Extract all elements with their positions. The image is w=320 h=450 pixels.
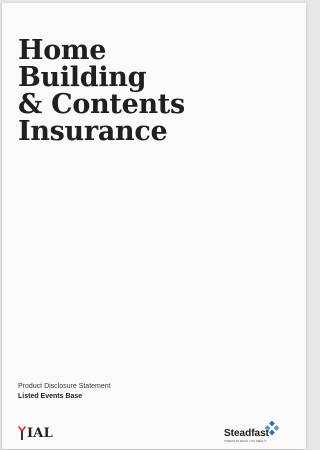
ial-logo-text: IAL — [27, 426, 53, 441]
steadfast-tagline: STRENGTH WHEN YOU NEED IT — [224, 440, 267, 443]
steadfast-logo: Steadfast STRENGTH WHEN YOU NEED IT — [224, 421, 296, 443]
steadfast-logo-text: Steadfast — [224, 428, 270, 439]
document-subtitle: Listed Events Base — [18, 393, 83, 400]
ial-logo: IAL — [18, 424, 53, 440]
title-line: Insurance — [18, 116, 168, 147]
document-type: Product Disclosure Statement — [18, 383, 111, 390]
title-line: & Contents — [18, 89, 185, 120]
document-cover: Home Building & Contents Insurance Produ… — [2, 3, 306, 449]
ial-logo-mark-icon — [18, 426, 26, 440]
title-line: Home — [18, 35, 107, 66]
title-line: Building — [18, 62, 147, 93]
steadfast-diamond-icon — [264, 421, 280, 436]
cover-title: Home Building & Contents Insurance — [18, 37, 185, 145]
